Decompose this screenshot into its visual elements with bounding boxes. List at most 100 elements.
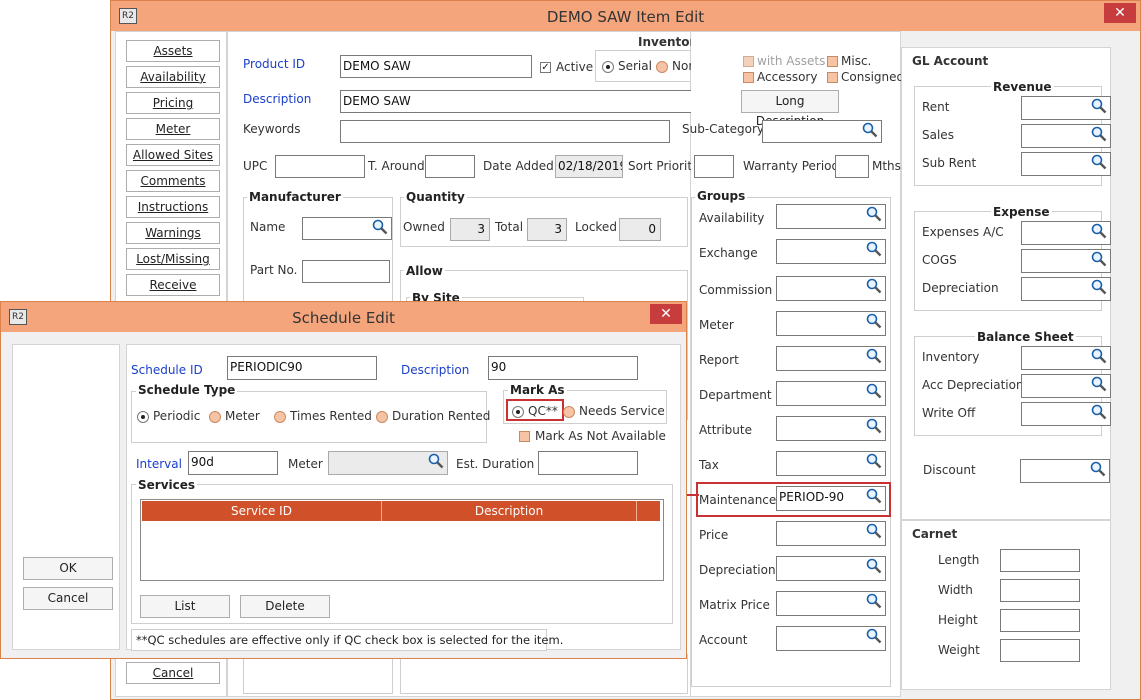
- group-input-report[interactable]: [776, 346, 886, 371]
- mark-not-available-checkbox[interactable]: [519, 431, 530, 442]
- group-input-commission[interactable]: [776, 276, 886, 301]
- nav-button-pricing[interactable]: Pricing: [126, 92, 220, 114]
- service-description-column-header[interactable]: Description: [382, 501, 637, 521]
- nav-button-receive[interactable]: Receive: [126, 274, 220, 296]
- lookup-icon[interactable]: [1091, 251, 1107, 267]
- group-input-department[interactable]: [776, 381, 886, 406]
- group-label-report: Report: [699, 353, 739, 367]
- lookup-icon[interactable]: [866, 383, 882, 399]
- gl-write-off-input[interactable]: [1021, 402, 1111, 426]
- group-input-depreciation[interactable]: [776, 556, 886, 581]
- group-input-attribute[interactable]: [776, 416, 886, 441]
- lookup-icon[interactable]: [866, 348, 882, 364]
- group-input-account[interactable]: [776, 626, 886, 651]
- description-input[interactable]: DEMO SAW: [340, 90, 740, 113]
- misc-checkbox[interactable]: [827, 56, 838, 67]
- lookup-icon[interactable]: [1091, 98, 1107, 114]
- lookup-icon[interactable]: [866, 278, 882, 294]
- gl-acc-depreciation-input[interactable]: [1021, 374, 1111, 398]
- warranty-period-input[interactable]: [835, 155, 869, 178]
- group-input-matrix-price[interactable]: [776, 591, 886, 616]
- group-input-availability[interactable]: [776, 204, 886, 229]
- lookup-icon[interactable]: [1090, 461, 1106, 477]
- delete-button[interactable]: Delete: [240, 595, 330, 618]
- lookup-icon[interactable]: [866, 523, 882, 539]
- schedule-type-meter-radio[interactable]: [209, 411, 221, 423]
- gl-sub-rent-input[interactable]: [1021, 152, 1111, 176]
- schedule-id-input[interactable]: PERIODIC90: [227, 356, 377, 380]
- serial-label: Serial: [618, 59, 652, 73]
- lookup-icon[interactable]: [862, 122, 878, 138]
- schedule-close-icon[interactable]: ✕: [650, 304, 682, 324]
- turn-around-input[interactable]: [425, 155, 475, 178]
- ok-button[interactable]: OK: [23, 557, 113, 580]
- nav-button-warnings[interactable]: Warnings: [126, 222, 220, 244]
- service-id-column-header[interactable]: Service ID: [142, 501, 382, 521]
- active-checkbox[interactable]: ✓: [540, 62, 551, 73]
- upc-input[interactable]: [275, 155, 365, 178]
- manufacturer-name-input[interactable]: [302, 217, 392, 240]
- lookup-icon[interactable]: [866, 206, 882, 222]
- group-input-exchange[interactable]: [776, 239, 886, 264]
- lookup-icon[interactable]: [866, 628, 882, 644]
- list-button[interactable]: List: [140, 595, 230, 618]
- group-input-tax[interactable]: [776, 451, 886, 476]
- nav-button-availability[interactable]: Availability: [126, 66, 220, 88]
- gl-depreciation-label: Depreciation: [922, 281, 999, 295]
- lookup-icon[interactable]: [866, 313, 882, 329]
- long-description-button[interactable]: Long Description: [741, 90, 839, 128]
- nav-button-lost-missing[interactable]: Lost/Missing: [126, 248, 220, 270]
- main-cancel-button[interactable]: Cancel: [126, 662, 220, 684]
- lookup-icon[interactable]: [866, 593, 882, 609]
- lookup-icon[interactable]: [866, 241, 882, 257]
- accessory-checkbox[interactable]: [743, 72, 754, 83]
- gl-rent-input[interactable]: [1021, 96, 1111, 120]
- lookup-icon[interactable]: [1091, 348, 1107, 364]
- schedule-type-periodic-radio[interactable]: [137, 411, 149, 423]
- sort-priority-input[interactable]: [694, 155, 734, 178]
- lookup-icon[interactable]: [1091, 279, 1107, 295]
- carnet-width-input[interactable]: [1000, 579, 1080, 602]
- lookup-icon[interactable]: [428, 453, 444, 469]
- gl-sales-input[interactable]: [1021, 124, 1111, 148]
- gl-depreciation-input[interactable]: [1021, 277, 1111, 301]
- est-duration-input[interactable]: [538, 451, 638, 475]
- schedule-cancel-button[interactable]: Cancel: [23, 587, 113, 610]
- lookup-icon[interactable]: [1091, 154, 1107, 170]
- carnet-weight-input[interactable]: [1000, 639, 1080, 662]
- lookup-icon[interactable]: [1091, 223, 1107, 239]
- lookup-icon[interactable]: [866, 558, 882, 574]
- serial-radio[interactable]: [602, 61, 614, 73]
- group-input-meter[interactable]: [776, 311, 886, 336]
- lookup-icon[interactable]: [1091, 126, 1107, 142]
- part-no-input[interactable]: [302, 260, 390, 283]
- close-icon[interactable]: ✕: [1104, 3, 1136, 23]
- discount-input[interactable]: [1020, 459, 1110, 483]
- lookup-icon[interactable]: [866, 418, 882, 434]
- carnet-height-input[interactable]: [1000, 609, 1080, 632]
- group-input-price[interactable]: [776, 521, 886, 546]
- product-id-input[interactable]: DEMO SAW: [340, 55, 532, 78]
- gl-inventory-input[interactable]: [1021, 346, 1111, 370]
- needs-service-radio[interactable]: [563, 406, 575, 418]
- nav-button-comments[interactable]: Comments: [126, 170, 220, 192]
- schedule-type-duration-rented-radio[interactable]: [376, 411, 388, 423]
- lookup-icon[interactable]: [1091, 376, 1107, 392]
- gl-cogs-input[interactable]: [1021, 249, 1111, 273]
- consigned-checkbox[interactable]: [827, 72, 838, 83]
- keywords-input[interactable]: [340, 120, 670, 143]
- non-serial-radio[interactable]: [656, 61, 668, 73]
- nav-button-meter[interactable]: Meter: [126, 118, 220, 140]
- nav-button-assets[interactable]: Assets: [126, 40, 220, 62]
- nav-button-instructions[interactable]: Instructions: [126, 196, 220, 218]
- lookup-icon[interactable]: [866, 453, 882, 469]
- lookup-icon[interactable]: [1091, 404, 1107, 420]
- carnet-length-input[interactable]: [1000, 549, 1080, 572]
- gl-expenses-a-c-input[interactable]: [1021, 221, 1111, 245]
- interval-input[interactable]: 90d: [188, 451, 278, 475]
- schedule-description-input[interactable]: 90: [488, 356, 638, 380]
- lookup-icon[interactable]: [372, 219, 388, 235]
- sub-category-input[interactable]: [762, 120, 882, 143]
- schedule-type-times-rented-radio[interactable]: [274, 411, 286, 423]
- nav-button-allowed-sites[interactable]: Allowed Sites: [126, 144, 220, 166]
